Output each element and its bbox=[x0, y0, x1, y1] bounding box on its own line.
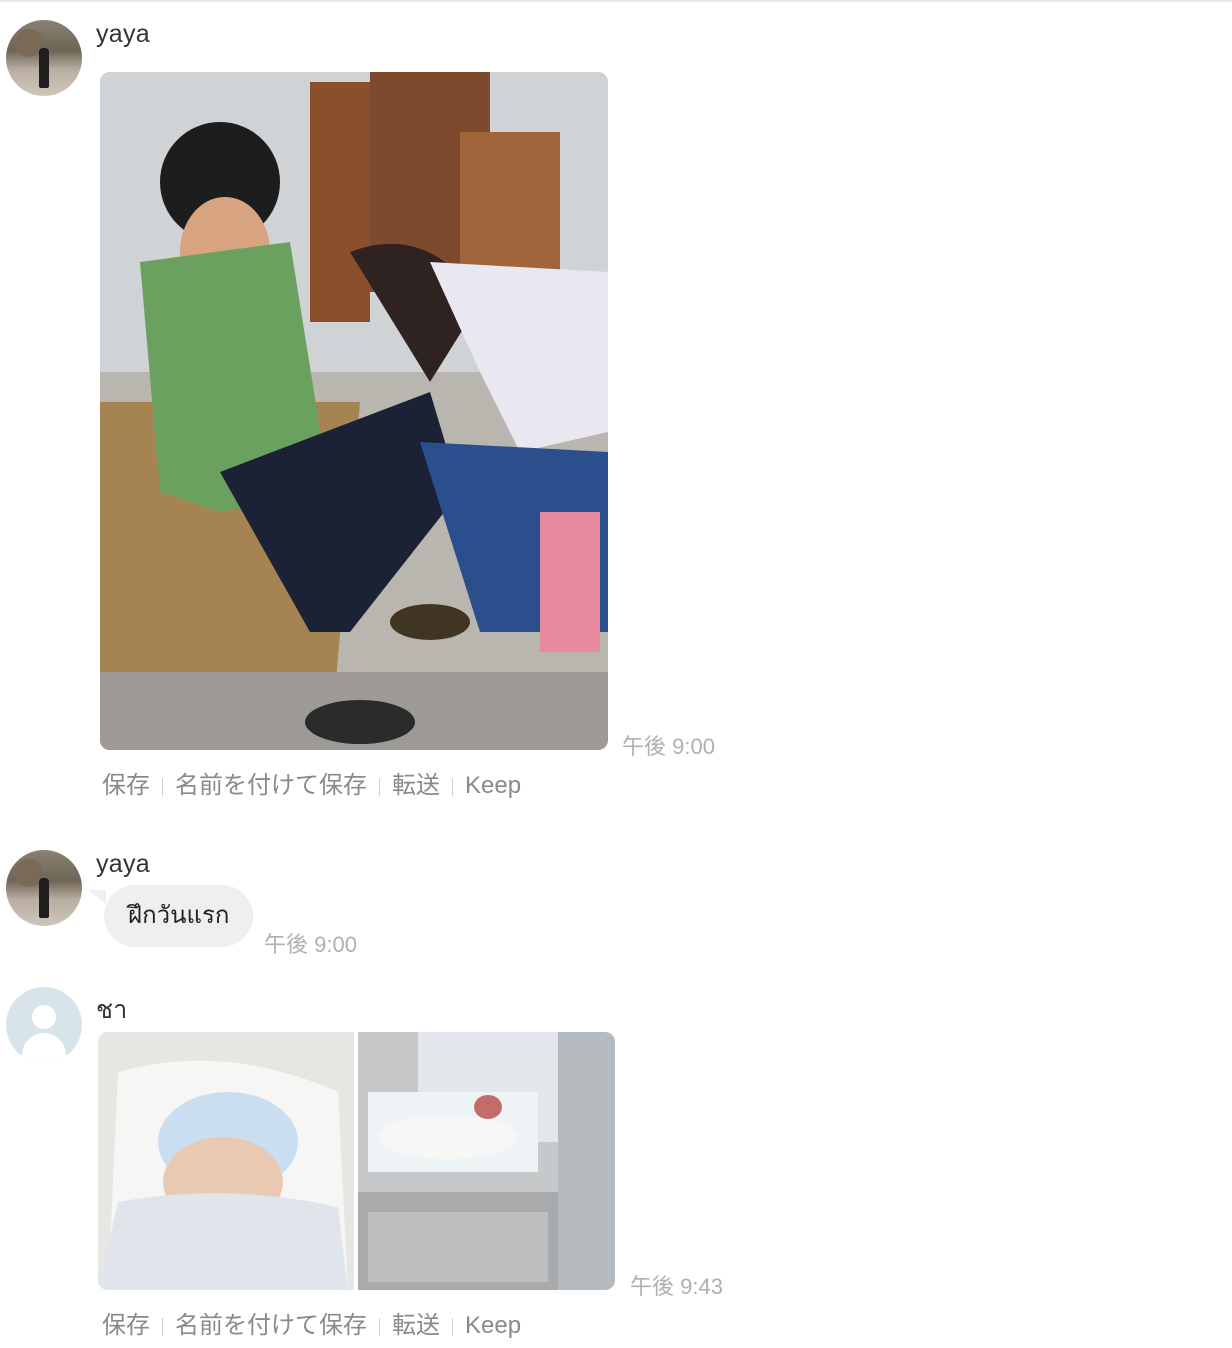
action-separator bbox=[379, 1317, 380, 1336]
sender-name[interactable]: yaya bbox=[96, 850, 150, 879]
message-time: 午後 9:00 bbox=[264, 932, 357, 957]
top-divider bbox=[0, 0, 1232, 2]
action-separator bbox=[452, 1317, 453, 1336]
action-separator bbox=[452, 777, 453, 796]
photo-image bbox=[98, 1032, 354, 1290]
image-actions: 保存 名前を付けて保存 転送 Keep bbox=[102, 1305, 521, 1340]
photo-message-left[interactable] bbox=[98, 1032, 354, 1290]
keep-button[interactable]: Keep bbox=[465, 1312, 521, 1339]
photo-image bbox=[100, 72, 608, 750]
sender-avatar[interactable] bbox=[6, 850, 82, 926]
save-button[interactable]: 保存 bbox=[102, 1312, 150, 1339]
action-separator bbox=[162, 777, 163, 796]
image-actions: 保存 名前を付けて保存 転送 Keep bbox=[102, 765, 521, 800]
sender-name[interactable]: yaya bbox=[96, 20, 150, 49]
message-time: 午後 9:00 bbox=[622, 734, 715, 759]
forward-button[interactable]: 転送 bbox=[392, 772, 440, 799]
text-bubble[interactable]: ฝึกวันแรก bbox=[104, 885, 254, 947]
forward-button[interactable]: 転送 bbox=[392, 1312, 440, 1339]
save-button[interactable]: 保存 bbox=[102, 772, 150, 799]
default-avatar-icon[interactable] bbox=[6, 987, 82, 1063]
keep-button[interactable]: Keep bbox=[465, 772, 521, 799]
action-separator bbox=[379, 777, 380, 796]
photo-message[interactable] bbox=[100, 72, 608, 750]
action-separator bbox=[162, 1317, 163, 1336]
sender-avatar[interactable] bbox=[6, 20, 82, 96]
message-time: 午後 9:43 bbox=[630, 1274, 723, 1299]
save-as-button[interactable]: 名前を付けて保存 bbox=[175, 772, 367, 799]
bubble-tail bbox=[88, 890, 106, 904]
sender-name[interactable]: ชา bbox=[96, 990, 128, 1030]
photo-message-right[interactable] bbox=[358, 1032, 615, 1290]
photo-image bbox=[358, 1032, 615, 1290]
save-as-button[interactable]: 名前を付けて保存 bbox=[175, 1312, 367, 1339]
